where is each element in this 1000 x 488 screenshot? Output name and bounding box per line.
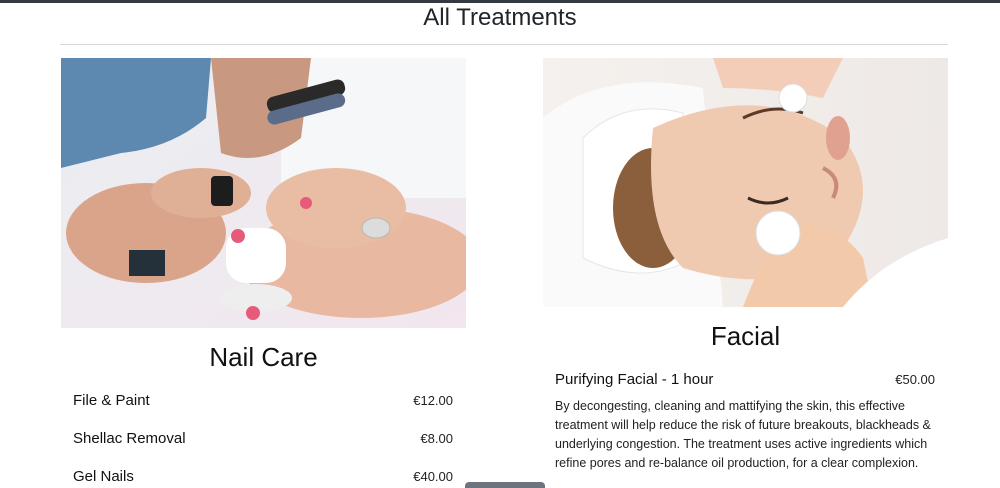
treatment-price: €8.00 <box>420 431 453 446</box>
top-bar <box>0 0 1000 3</box>
page-title: All Treatments <box>423 4 577 31</box>
treatment-description: By decongesting, cleaning and mattifying… <box>555 399 931 470</box>
nail-care-title: Nail Care <box>209 342 318 372</box>
facial-image <box>543 58 948 307</box>
nail-care-image <box>61 58 466 328</box>
treatment-price: €12.00 <box>413 393 453 408</box>
treatment-name: File & Paint <box>73 392 150 409</box>
treatment-price: €50.00 <box>895 372 935 387</box>
scroll-button[interactable] <box>465 482 545 488</box>
treatment-name: Gel Nails <box>73 468 134 485</box>
treatment-price: €40.00 <box>413 469 453 484</box>
facial-title: Facial <box>710 321 781 351</box>
treatment-name: Shellac Removal <box>73 430 186 447</box>
title-divider <box>60 44 948 45</box>
treatment-name: Purifying Facial - 1 hour <box>555 371 714 388</box>
